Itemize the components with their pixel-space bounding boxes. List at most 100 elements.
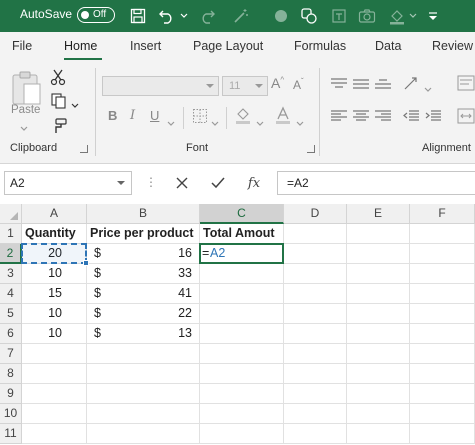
cell-b10[interactable] xyxy=(87,404,200,424)
row-header-1[interactable]: 1 xyxy=(0,224,22,244)
text-box-icon[interactable] xyxy=(328,6,350,26)
increase-font-icon[interactable]: A^ xyxy=(271,75,284,91)
redo-icon[interactable] xyxy=(196,6,218,26)
column-header-b[interactable]: B xyxy=(87,204,200,224)
enter-button[interactable] xyxy=(206,172,230,194)
cell-b6[interactable]: $13 xyxy=(87,324,200,344)
cancel-button[interactable] xyxy=(170,172,194,194)
cell-a3[interactable]: 10 xyxy=(22,264,87,284)
cell-c4[interactable] xyxy=(200,284,284,304)
decrease-font-icon[interactable]: Aˇ xyxy=(293,77,304,92)
decrease-indent-icon[interactable] xyxy=(402,109,420,126)
font-color-icon[interactable] xyxy=(274,106,292,129)
column-header-e[interactable]: E xyxy=(347,204,410,224)
cell-d10[interactable] xyxy=(284,404,347,424)
cell-f10[interactable] xyxy=(410,404,475,424)
cut-icon[interactable] xyxy=(50,68,66,89)
tab-review[interactable]: Review xyxy=(432,39,473,53)
cell-d7[interactable] xyxy=(284,344,347,364)
cell-d2[interactable] xyxy=(284,244,347,264)
row-header-6[interactable]: 6 xyxy=(0,324,22,344)
format-painter-icon[interactable] xyxy=(50,117,68,138)
fill-dropdown-icon[interactable] xyxy=(256,116,264,130)
cell-b2[interactable]: $16 xyxy=(87,244,200,264)
cell-b5[interactable]: $22 xyxy=(87,304,200,324)
cell-b7[interactable] xyxy=(87,344,200,364)
row-header-8[interactable]: 8 xyxy=(0,364,22,384)
cell-d5[interactable] xyxy=(284,304,347,324)
cell-e5[interactable] xyxy=(347,304,410,324)
cell-c3[interactable] xyxy=(200,264,284,284)
fill-color-icon[interactable] xyxy=(386,6,408,26)
worksheet-grid[interactable]: ABCDEF 1 2 3 4 5 6 7 8 9 10 11 Quantity Price per p… xyxy=(0,204,475,445)
align-middle-icon[interactable] xyxy=(352,77,370,94)
undo-dropdown-icon[interactable] xyxy=(178,6,190,26)
row-header-11[interactable]: 11 xyxy=(0,424,22,444)
borders-dropdown-icon[interactable] xyxy=(211,116,219,130)
cell-f2[interactable] xyxy=(410,244,475,264)
wrap-text-icon[interactable] xyxy=(457,74,475,95)
tab-page-layout[interactable]: Page Layout xyxy=(193,39,263,53)
cell-e3[interactable] xyxy=(347,264,410,284)
cell-e7[interactable] xyxy=(347,344,410,364)
align-left-icon[interactable] xyxy=(330,109,348,126)
cell-d8[interactable] xyxy=(284,364,347,384)
cell-f1[interactable] xyxy=(410,224,475,244)
cell-e10[interactable] xyxy=(347,404,410,424)
fill-handle[interactable] xyxy=(83,260,89,266)
cell-a6[interactable]: 10 xyxy=(22,324,87,344)
cell-d1[interactable] xyxy=(284,224,347,244)
font-size-select[interactable]: 11 xyxy=(222,76,268,96)
cell-e2[interactable] xyxy=(347,244,410,264)
cell-e1[interactable] xyxy=(347,224,410,244)
select-all-button[interactable] xyxy=(0,204,22,224)
cell-f6[interactable] xyxy=(410,324,475,344)
column-header-c[interactable]: C xyxy=(200,204,284,224)
tab-insert[interactable]: Insert xyxy=(130,39,161,53)
insert-function-button[interactable]: fx xyxy=(242,172,266,194)
tab-home[interactable]: Home xyxy=(64,39,97,53)
cell-e11[interactable] xyxy=(347,424,410,444)
cell-e9[interactable] xyxy=(347,384,410,404)
increase-indent-icon[interactable] xyxy=(424,109,442,126)
cell-c1[interactable]: Total Amout xyxy=(200,224,284,244)
shapes-icon[interactable] xyxy=(298,6,320,26)
row-header-9[interactable]: 9 xyxy=(0,384,22,404)
cell-f3[interactable] xyxy=(410,264,475,284)
cell-b9[interactable] xyxy=(87,384,200,404)
align-top-icon[interactable] xyxy=(330,77,348,94)
cell-c10[interactable] xyxy=(200,404,284,424)
cell-a7[interactable] xyxy=(22,344,87,364)
cell-a10[interactable] xyxy=(22,404,87,424)
font-name-select[interactable] xyxy=(102,76,219,96)
cell-d4[interactable] xyxy=(284,284,347,304)
row-header-10[interactable]: 10 xyxy=(0,404,22,424)
paste-dropdown-icon[interactable] xyxy=(20,121,28,135)
record-icon[interactable] xyxy=(270,6,292,26)
orientation-dropdown-icon[interactable] xyxy=(424,82,432,96)
row-header-3[interactable]: 3 xyxy=(0,264,22,284)
cell-c9[interactable] xyxy=(200,384,284,404)
cell-a8[interactable] xyxy=(22,364,87,384)
cell-c6[interactable] xyxy=(200,324,284,344)
cell-f7[interactable] xyxy=(410,344,475,364)
row-header-7[interactable]: 7 xyxy=(0,344,22,364)
copy-icon[interactable] xyxy=(50,92,68,113)
cell-f9[interactable] xyxy=(410,384,475,404)
cell-c5[interactable] xyxy=(200,304,284,324)
underline-button[interactable]: U xyxy=(150,108,159,123)
align-bottom-icon[interactable] xyxy=(374,77,392,94)
camera-icon[interactable] xyxy=(356,6,378,26)
cell-d9[interactable] xyxy=(284,384,347,404)
cell-a1[interactable]: Quantity xyxy=(22,224,87,244)
bold-button[interactable]: B xyxy=(108,108,117,123)
borders-icon[interactable] xyxy=(192,108,208,127)
cell-c8[interactable] xyxy=(200,364,284,384)
cell-e6[interactable] xyxy=(347,324,410,344)
underline-dropdown-icon[interactable] xyxy=(167,116,175,130)
cell-f4[interactable] xyxy=(410,284,475,304)
cell-f11[interactable] xyxy=(410,424,475,444)
column-header-f[interactable]: F xyxy=(410,204,475,224)
tab-file[interactable]: File xyxy=(12,39,32,53)
cell-e8[interactable] xyxy=(347,364,410,384)
